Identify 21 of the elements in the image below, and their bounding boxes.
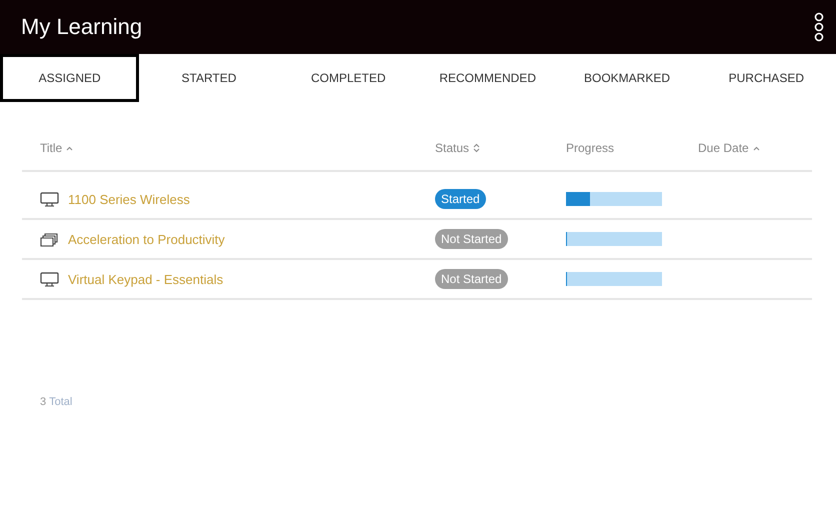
course-title-link[interactable]: Acceleration to Productivity xyxy=(68,232,225,246)
sort-ascending-icon[interactable] xyxy=(752,146,760,150)
status-badge: Started xyxy=(435,189,486,209)
sort-icon[interactable] xyxy=(473,143,480,153)
more-options-icon[interactable] xyxy=(814,12,824,42)
app-title: My Learning xyxy=(21,14,142,40)
stacked-pages-icon xyxy=(40,232,59,246)
course-title-link[interactable]: 1100 Series Wireless xyxy=(68,192,190,206)
status-badge: Not Started xyxy=(435,269,508,289)
sort-ascending-icon[interactable] xyxy=(66,146,74,150)
status-badge: Not Started xyxy=(435,229,508,249)
course-title-link[interactable]: Virtual Keypad - Essentials xyxy=(68,272,224,286)
column-header[interactable]: Status xyxy=(435,141,470,155)
total-count: 3 xyxy=(40,396,46,408)
tab[interactable]: ASSIGNED xyxy=(0,54,140,102)
total-label: Total xyxy=(49,396,72,408)
monitor-icon xyxy=(40,192,59,206)
column-header[interactable]: Due Date xyxy=(698,141,749,155)
column-header[interactable]: Title xyxy=(40,141,62,155)
monitor-icon xyxy=(40,272,59,286)
column-header[interactable]: Progress xyxy=(566,141,614,155)
